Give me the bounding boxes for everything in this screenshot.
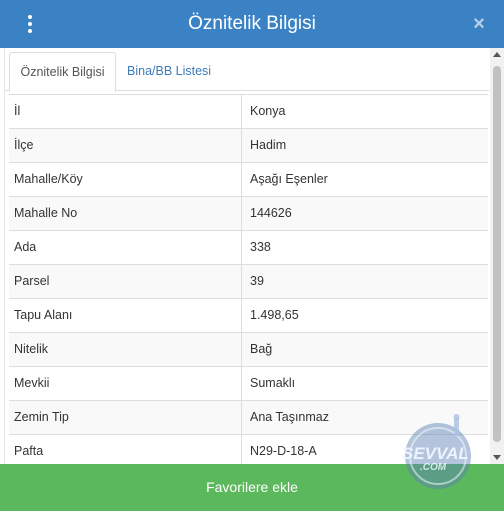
attribute-key: Mahalle/Köy	[14, 172, 83, 186]
table-row: Zemin Tip Ana Taşınmaz	[9, 400, 488, 435]
scroll-thumb[interactable]	[493, 66, 501, 442]
attribute-value: 39	[241, 265, 486, 299]
panel-header: Öznitelik Bilgisi ×	[0, 0, 504, 48]
attribute-key: Zemin Tip	[14, 410, 69, 424]
attribute-key: Mevkii	[14, 376, 50, 390]
attribute-key: Mahalle No	[14, 206, 78, 220]
attribute-value: Hadim	[241, 129, 486, 163]
attribute-key: Pafta	[14, 444, 44, 458]
attribute-key: Tapu Alanı	[14, 308, 73, 322]
table-row: Pafta N29-D-18-A	[9, 434, 488, 464]
panel-title: Öznitelik Bilgisi	[188, 13, 316, 34]
table-row: Mahalle No 144626	[9, 196, 488, 231]
table-row: Mevkii Sumaklı	[9, 366, 488, 401]
table-row: Tapu Alanı 1.498,65	[9, 298, 488, 333]
attribute-value: Ana Taşınmaz	[241, 401, 486, 435]
attribute-value: 144626	[241, 197, 486, 231]
attribute-key: İlçe	[14, 138, 34, 152]
add-to-favorites-button[interactable]: Favorilere ekle	[0, 464, 504, 511]
table-row: Parsel 39	[9, 264, 488, 299]
attribute-key: Parsel	[14, 274, 50, 288]
close-icon[interactable]: ×	[468, 13, 490, 35]
table-row: İl Konya	[9, 94, 488, 129]
table-row: Mahalle/Köy Aşağı Eşenler	[9, 162, 488, 197]
attribute-value: Aşağı Eşenler	[241, 163, 486, 197]
tab-building-list[interactable]: Bina/BB Listesi	[117, 52, 221, 92]
attribute-table: İl Konya İlçe Hadim Mahalle/Köy Aşağı Eş…	[5, 92, 489, 464]
table-row: İlçe Hadim	[9, 128, 488, 163]
tab-bar: Öznitelik Bilgisi Bina/BB Listesi	[5, 48, 489, 92]
panel-body: Öznitelik Bilgisi Bina/BB Listesi İl Kon…	[4, 48, 504, 464]
table-row: Nitelik Bağ	[9, 332, 488, 367]
attribute-value: 338	[241, 231, 486, 265]
attribute-key: Nitelik	[14, 342, 49, 356]
attribute-key: Ada	[14, 240, 37, 254]
attribute-value: Sumaklı	[241, 367, 486, 401]
attribute-value: 1.498,65	[241, 299, 486, 333]
vertical-scrollbar[interactable]	[490, 48, 504, 464]
attribute-value: N29-D-18-A	[241, 435, 486, 464]
tab-attribute-info[interactable]: Öznitelik Bilgisi	[9, 52, 116, 92]
table-row: Ada 338	[9, 230, 488, 265]
attribute-value: Bağ	[241, 333, 486, 367]
scroll-up-icon[interactable]	[493, 52, 501, 57]
attribute-value: Konya	[241, 95, 486, 129]
attribute-info-panel: Öznitelik Bilgisi × Öznitelik Bilgisi Bi…	[0, 0, 504, 511]
scroll-down-icon[interactable]	[493, 455, 501, 460]
attribute-key: İl	[14, 104, 21, 118]
